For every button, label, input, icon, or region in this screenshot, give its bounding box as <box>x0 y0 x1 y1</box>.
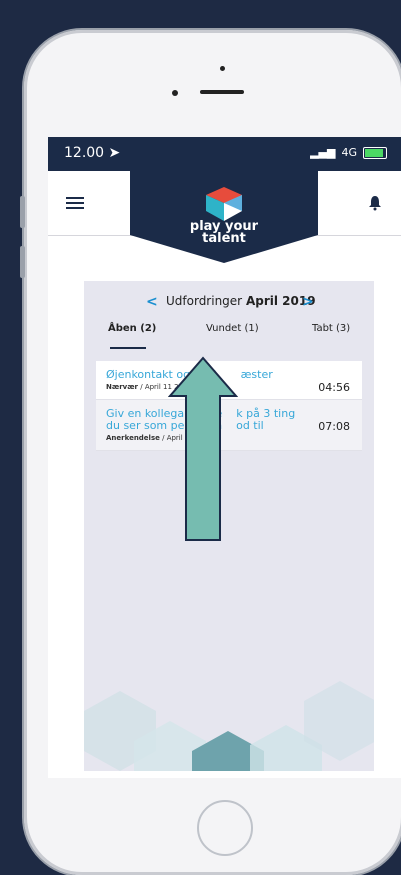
logo-cube-icon <box>206 187 242 221</box>
battery-icon <box>363 146 387 159</box>
status-time: 12.00 ➤ <box>64 145 121 161</box>
tab-open[interactable]: Åben (2) <box>108 323 156 334</box>
hexagon-decoration <box>84 681 374 771</box>
bell-icon[interactable] <box>367 195 383 211</box>
annotation-up-arrow <box>168 356 238 541</box>
app-logo-tab: play your talent <box>130 171 318 263</box>
challenge-time: 07:08 <box>318 420 350 433</box>
network-label: 4G <box>341 146 357 159</box>
month-selector: < Udfordringer April 2019 > <box>84 289 374 311</box>
tab-won[interactable]: Vundet (1) <box>206 323 259 334</box>
chevron-left-icon[interactable]: < <box>146 294 158 310</box>
signal-icon: ▂▄▆ <box>310 146 336 159</box>
chevron-right-icon[interactable]: > <box>302 294 314 310</box>
month-header-label: Udfordringer April 2019 <box>166 294 316 308</box>
tab-bar: Åben (2) Vundet (1) Tabt (3) <box>84 323 374 351</box>
location-icon: ➤ <box>108 145 121 161</box>
logo-text-line2: talent <box>202 231 246 246</box>
hamburger-menu-icon[interactable] <box>66 197 84 209</box>
tab-lost[interactable]: Tabt (3) <box>312 323 350 334</box>
status-bar: 12.00 ➤ ▂▄▆ 4G <box>48 137 401 171</box>
status-right: ▂▄▆ 4G <box>310 146 387 159</box>
active-tab-indicator <box>110 347 146 349</box>
volume-up-button <box>20 196 25 228</box>
challenge-time: 04:56 <box>318 381 350 394</box>
home-button[interactable] <box>197 800 253 856</box>
volume-down-button <box>20 246 25 278</box>
proximity-sensor <box>220 66 225 71</box>
front-camera <box>172 90 178 96</box>
earpiece-speaker <box>200 90 244 94</box>
